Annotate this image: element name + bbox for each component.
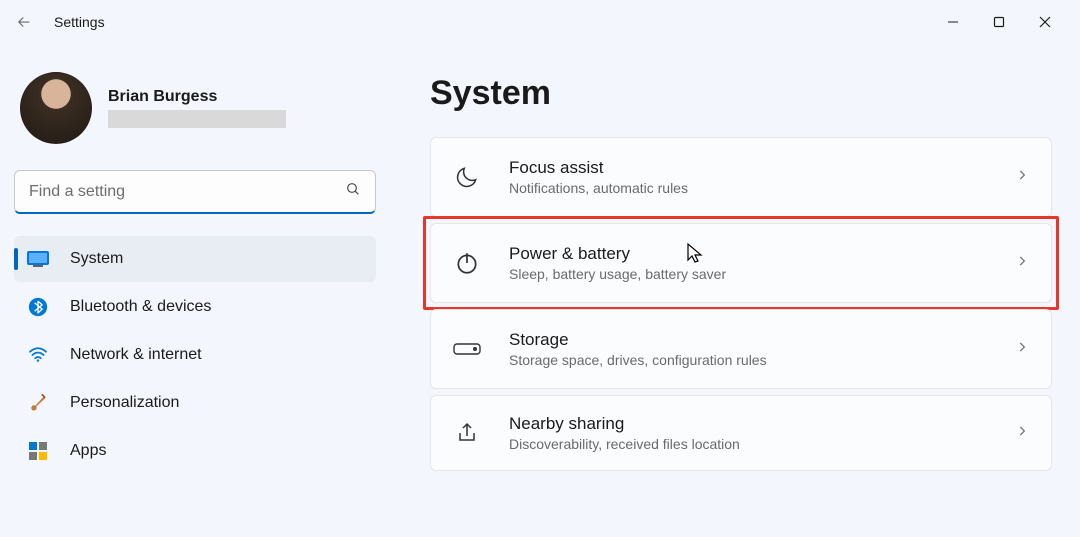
caption-controls — [930, 6, 1068, 38]
apps-icon — [26, 439, 50, 463]
card-subtitle: Discoverability, received files location — [509, 436, 740, 452]
card-text: Nearby sharing Discoverability, received… — [509, 414, 740, 452]
moon-icon — [453, 163, 481, 191]
page-title: System — [430, 74, 1052, 113]
sidebar: Brian Burgess System Bluetooth & devi — [0, 44, 390, 537]
chevron-right-icon — [1015, 168, 1029, 187]
search-icon — [345, 181, 361, 202]
sidebar-item-bluetooth[interactable]: Bluetooth & devices — [14, 284, 376, 330]
profile-email-redacted — [108, 110, 286, 128]
profile-row[interactable]: Brian Burgess — [14, 64, 376, 162]
card-subtitle: Sleep, battery usage, battery saver — [509, 266, 726, 282]
main-layout: Brian Burgess System Bluetooth & devi — [0, 44, 1080, 537]
maximize-button[interactable] — [976, 6, 1022, 38]
chevron-right-icon — [1015, 424, 1029, 443]
content: System Focus assist Notifications, autom… — [390, 44, 1080, 537]
avatar — [20, 72, 92, 144]
card-subtitle: Storage space, drives, configuration rul… — [509, 352, 767, 368]
back-button[interactable] — [12, 10, 36, 34]
sidebar-item-system[interactable]: System — [14, 236, 376, 282]
sidebar-item-label: Network & internet — [70, 346, 202, 364]
card-text: Focus assist Notifications, automatic ru… — [509, 158, 688, 196]
card-title: Focus assist — [509, 158, 688, 178]
close-icon — [1039, 16, 1051, 28]
minimize-button[interactable] — [930, 6, 976, 38]
sidebar-item-label: Apps — [70, 442, 106, 460]
sidebar-item-label: System — [70, 250, 123, 268]
sidebar-item-personalization[interactable]: Personalization — [14, 380, 376, 426]
card-storage[interactable]: Storage Storage space, drives, configura… — [430, 309, 1052, 389]
search-field[interactable] — [14, 170, 376, 214]
sidebar-item-apps[interactable]: Apps — [14, 428, 376, 474]
search-input[interactable] — [29, 183, 345, 201]
sidebar-item-network[interactable]: Network & internet — [14, 332, 376, 378]
card-focus-assist[interactable]: Focus assist Notifications, automatic ru… — [430, 137, 1052, 217]
wifi-icon — [26, 343, 50, 367]
share-icon — [453, 419, 481, 447]
profile-name: Brian Burgess — [108, 88, 286, 106]
card-nearby-sharing[interactable]: Nearby sharing Discoverability, received… — [430, 395, 1052, 471]
minimize-icon — [947, 16, 959, 28]
card-title: Nearby sharing — [509, 414, 740, 434]
titlebar: Settings — [0, 0, 1080, 44]
arrow-left-icon — [15, 13, 33, 31]
system-icon — [26, 247, 50, 271]
profile-text: Brian Burgess — [108, 88, 286, 128]
card-title: Power & battery — [509, 244, 726, 264]
card-text: Storage Storage space, drives, configura… — [509, 330, 767, 368]
brush-icon — [26, 391, 50, 415]
card-subtitle: Notifications, automatic rules — [509, 180, 688, 196]
chevron-right-icon — [1015, 254, 1029, 273]
close-button[interactable] — [1022, 6, 1068, 38]
bluetooth-icon — [26, 295, 50, 319]
storage-icon — [453, 335, 481, 363]
app-title: Settings — [54, 14, 105, 30]
chevron-right-icon — [1015, 340, 1029, 359]
card-text: Power & battery Sleep, battery usage, ba… — [509, 244, 726, 282]
card-title: Storage — [509, 330, 767, 350]
power-icon — [453, 249, 481, 277]
card-list: Focus assist Notifications, automatic ru… — [430, 137, 1052, 471]
nav-list: System Bluetooth & devices Network & int… — [14, 236, 376, 474]
sidebar-item-label: Personalization — [70, 394, 179, 412]
card-power-battery[interactable]: Power & battery Sleep, battery usage, ba… — [430, 223, 1052, 303]
maximize-icon — [993, 16, 1005, 28]
sidebar-item-label: Bluetooth & devices — [70, 298, 211, 316]
